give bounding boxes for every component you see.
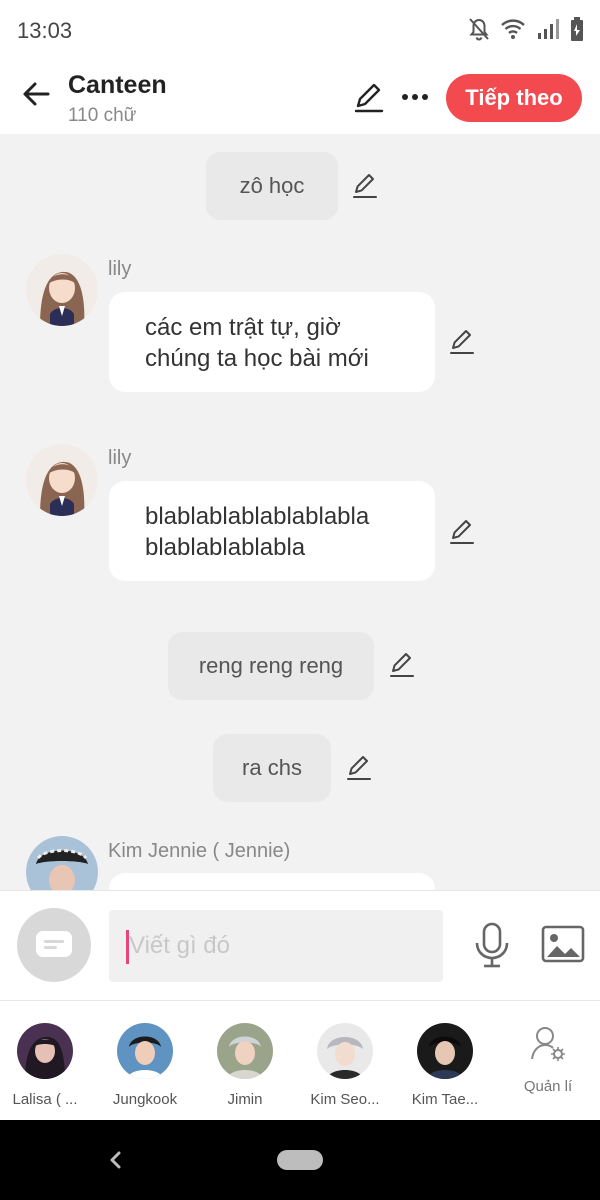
- signal-icon: [536, 17, 560, 41]
- manage-label: Quản lí: [523, 1078, 573, 1095]
- sender-name: lily: [108, 258, 132, 280]
- avatar[interactable]: [26, 444, 98, 516]
- pencil-icon: [353, 174, 377, 198]
- character-name: Kim Seo...: [310, 1091, 380, 1108]
- edit-title-button[interactable]: [352, 80, 386, 114]
- narration-text: reng reng reng: [198, 653, 344, 678]
- status-time: 13:03: [17, 18, 73, 43]
- dialog-text: blablablablablablabla blablablablabla: [145, 503, 370, 561]
- image-upload-button[interactable]: [541, 925, 585, 965]
- word-count: 110 chữ: [68, 105, 137, 126]
- character-name: Kim Tae...: [411, 1091, 479, 1108]
- sender-name: Kim Jennie ( Jennie): [108, 840, 291, 862]
- status-bar: 13:03: [0, 0, 600, 60]
- narration-text: ra chs: [242, 755, 302, 780]
- manage-characters-button[interactable]: Quản lí: [512, 1025, 584, 1095]
- edit-message-button[interactable]: [448, 327, 476, 355]
- character-avatar: [317, 1023, 373, 1079]
- narration-message[interactable]: reng reng reng: [168, 632, 374, 700]
- story-title: Canteen: [68, 71, 167, 99]
- character-avatar: [17, 1023, 73, 1079]
- avatar[interactable]: [26, 836, 98, 890]
- message-input[interactable]: [109, 910, 443, 982]
- pencil-icon: [450, 330, 474, 354]
- character-item[interactable]: Lalisa ( ...: [0, 1023, 91, 1108]
- character-avatar: [417, 1023, 473, 1079]
- chevron-left-icon: [110, 1151, 121, 1169]
- dialog-bubble[interactable]: blablablablablablabla blablablablabla: [109, 481, 435, 581]
- more-options-button[interactable]: [398, 80, 432, 114]
- character-item[interactable]: Kim Seo...: [299, 1023, 391, 1108]
- pencil-icon: [390, 653, 414, 677]
- chat-area[interactable]: zô học lily các em trật tự, giờ chúng ta…: [0, 134, 600, 890]
- user-settings-icon: [531, 1027, 565, 1061]
- character-item[interactable]: Jungkook: [99, 1023, 191, 1108]
- dialog-text: các em trật tự, giờ chúng ta học bài mới: [145, 314, 369, 372]
- character-item[interactable]: Kim Tae...: [399, 1023, 491, 1108]
- chat-bubble-icon: [36, 931, 72, 957]
- message-mode-button[interactable]: [17, 908, 91, 982]
- microphone-icon: [475, 922, 509, 968]
- character-item[interactable]: Jimin: [199, 1023, 291, 1108]
- image-icon: [541, 925, 585, 963]
- wifi-icon: [500, 18, 526, 40]
- pencil-icon: [354, 83, 384, 113]
- avatar[interactable]: [26, 254, 98, 326]
- message-composer: [0, 890, 600, 1000]
- character-avatar: [217, 1023, 273, 1079]
- character-name: Jimin: [227, 1091, 263, 1108]
- system-home-button[interactable]: [277, 1150, 323, 1170]
- status-icons: [468, 16, 584, 42]
- edit-message-button[interactable]: [345, 753, 373, 781]
- dialog-bubble[interactable]: [109, 873, 435, 890]
- edit-message-button[interactable]: [448, 517, 476, 545]
- system-nav-bar: [0, 1120, 600, 1200]
- battery-charging-icon: [570, 16, 584, 42]
- notifications-off-icon: [468, 17, 490, 41]
- narration-text: zô học: [239, 173, 305, 198]
- next-button[interactable]: Tiếp theo: [446, 74, 582, 122]
- more-horizontal-icon: [402, 94, 428, 100]
- back-button[interactable]: [16, 74, 56, 114]
- pencil-icon: [450, 520, 474, 544]
- system-back-button[interactable]: [104, 1148, 128, 1172]
- voice-input-button[interactable]: [472, 921, 512, 969]
- arrow-left-icon: [23, 82, 50, 106]
- narration-message[interactable]: zô học: [206, 152, 338, 220]
- character-avatar: [117, 1023, 173, 1079]
- character-name: Lalisa ( ...: [12, 1091, 78, 1108]
- story-header: Canteen 110 chữ Tiếp theo: [0, 60, 600, 134]
- character-name: Jungkook: [112, 1091, 178, 1108]
- edit-message-button[interactable]: [351, 171, 379, 199]
- edit-message-button[interactable]: [388, 650, 416, 678]
- narration-message[interactable]: ra chs: [213, 734, 331, 802]
- text-cursor: [126, 930, 129, 964]
- character-bar: Lalisa ( ... Jungkook Jimin Kim Seo... K…: [0, 1000, 600, 1120]
- dialog-bubble[interactable]: các em trật tự, giờ chúng ta học bài mới: [109, 292, 435, 392]
- sender-name: lily: [108, 447, 132, 469]
- pencil-icon: [347, 756, 371, 780]
